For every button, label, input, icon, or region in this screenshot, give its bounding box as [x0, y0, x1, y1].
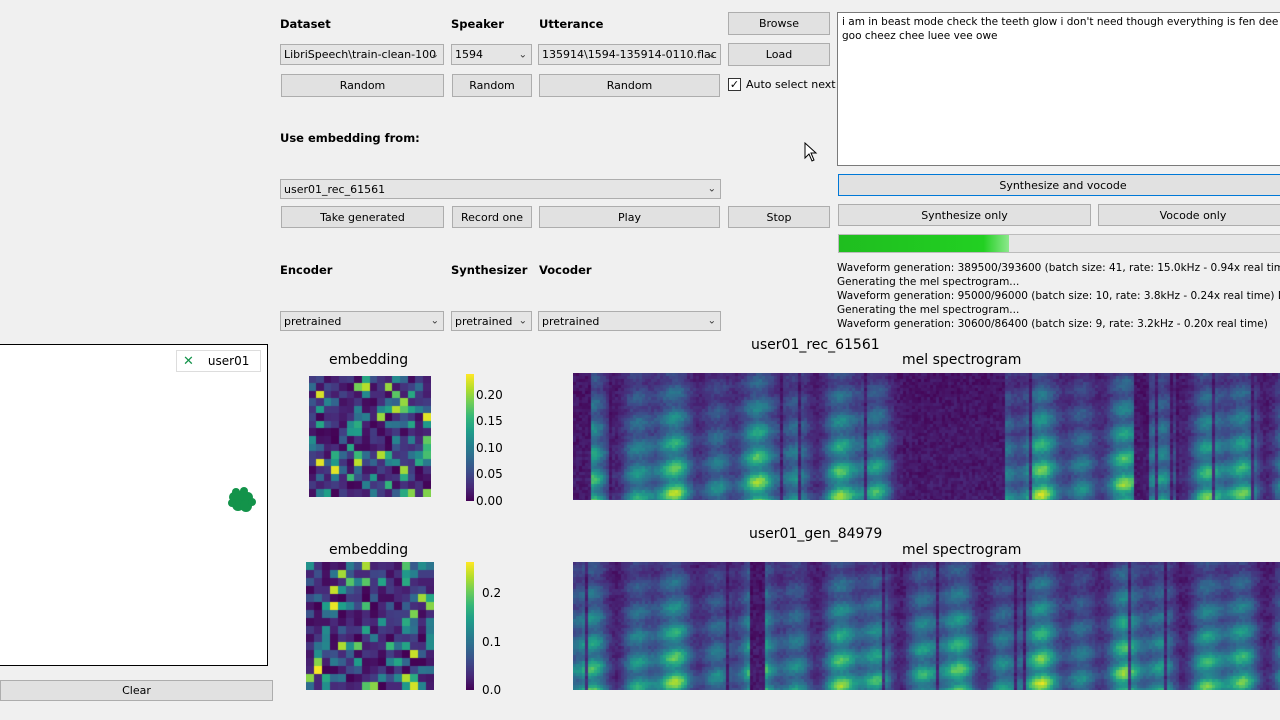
encoder-label: Encoder — [280, 263, 333, 277]
browse-button[interactable]: Browse — [728, 12, 830, 35]
colorbar — [466, 562, 474, 690]
synthesize-and-vocode-button[interactable]: Synthesize and vocode — [838, 174, 1280, 196]
vocoder-select[interactable]: pretrained ⌄ — [538, 311, 721, 331]
colorbar-tick: 0.0 — [482, 683, 502, 697]
colorbar-tick: 0.00 — [476, 494, 503, 508]
encoder-select-value: pretrained — [284, 314, 342, 328]
synthesizer-select[interactable]: pretrained ⌄ — [451, 311, 532, 331]
projection-point — [248, 498, 256, 506]
take-generated-button[interactable]: Take generated — [281, 206, 444, 228]
speaker-select-value: 1594 — [455, 48, 483, 61]
log-line: Waveform generation: 30600/86400 (batch … — [837, 318, 1268, 330]
progress-bar-fill — [839, 235, 1010, 252]
synthesizer-label: Synthesizer — [451, 263, 528, 277]
dataset-select-value: LibriSpeech\train-clean-100 — [284, 48, 437, 61]
legend-label: user01 — [207, 354, 250, 368]
projection-point — [240, 487, 248, 495]
speaker-select[interactable]: 1594 ⌄ — [451, 44, 532, 65]
chevron-down-icon: ⌄ — [707, 183, 716, 195]
utterance-select-value: 135914\1594-135914-0110.flac — [542, 48, 717, 61]
chevron-down-icon: ⌄ — [707, 315, 716, 327]
auto-select-checkbox[interactable]: ✓ Auto select next — [728, 78, 836, 91]
stop-button[interactable]: Stop — [728, 206, 830, 228]
embedding-source-label: Use embedding from: — [280, 131, 420, 145]
chevron-down-icon: ⌄ — [518, 49, 527, 60]
projection-point — [232, 488, 240, 496]
text-input[interactable]: i am in beast mode check the teeth glow … — [837, 12, 1280, 166]
colorbar-tick: 0.10 — [476, 441, 503, 455]
chevron-down-icon: ⌄ — [707, 49, 716, 60]
projection-plot: ✕ user01 — [0, 344, 268, 666]
checkmark-icon: ✓ — [728, 78, 741, 91]
chevron-down-icon: ⌄ — [430, 49, 439, 60]
embedding-title: embedding — [329, 542, 409, 558]
log-line: Generating the mel spectrogram... — [837, 276, 1020, 288]
projection-legend: ✕ user01 — [176, 350, 261, 372]
speaker-label: Speaker — [451, 17, 504, 31]
colorbar-tick: 0.2 — [482, 586, 502, 600]
colorbar-tick: 0.15 — [476, 414, 503, 428]
projection-point — [228, 499, 236, 507]
embedding-title: embedding — [329, 352, 409, 368]
embedding-heatmap — [306, 562, 434, 690]
progress-bar — [838, 234, 1280, 253]
chevron-down-icon: ⌄ — [430, 315, 439, 327]
utterance-title: user01_gen_84979 — [749, 526, 883, 542]
embedding-heatmap — [309, 376, 431, 497]
embedding-source-select[interactable]: user01_rec_61561 ⌄ — [280, 179, 721, 199]
mel-title: mel spectrogram — [902, 542, 1022, 558]
utterance-title: user01_rec_61561 — [751, 337, 880, 353]
random-utterance-button[interactable]: Random — [539, 74, 720, 97]
dataset-select[interactable]: LibriSpeech\train-clean-100 ⌄ — [280, 44, 444, 65]
synthesizer-select-value: pretrained — [455, 314, 513, 328]
dataset-label: Dataset — [280, 17, 331, 31]
mel-spectrogram — [573, 373, 1280, 500]
random-speaker-button[interactable]: Random — [452, 74, 532, 97]
log-output: Waveform generation: 389500/393600 (batc… — [837, 261, 1280, 331]
embedding-source-value: user01_rec_61561 — [284, 182, 386, 196]
colorbar-tick: 0.20 — [476, 388, 503, 402]
play-button[interactable]: Play — [539, 206, 720, 228]
chevron-down-icon: ⌄ — [518, 315, 527, 327]
log-line: Generating the mel spectrogram... — [837, 304, 1020, 316]
vocoder-label: Vocoder — [539, 263, 592, 277]
vocode-only-button[interactable]: Vocode only — [1098, 204, 1280, 226]
utterance-select[interactable]: 135914\1594-135914-0110.flac ⌄ — [538, 44, 721, 65]
projection-point-cluster — [228, 487, 256, 512]
mel-spectrogram — [573, 562, 1280, 690]
colorbar-tick: 0.05 — [476, 467, 503, 481]
colorbar — [466, 374, 474, 501]
mel-title: mel spectrogram — [902, 352, 1022, 368]
log-line: Waveform generation: 95000/96000 (batch … — [837, 290, 1280, 302]
load-button[interactable]: Load — [728, 43, 830, 66]
encoder-select[interactable]: pretrained ⌄ — [280, 311, 444, 331]
mouse-cursor-icon — [804, 142, 818, 162]
log-line: Waveform generation: 389500/393600 (batc… — [837, 262, 1280, 274]
vocoder-select-value: pretrained — [542, 314, 600, 328]
x-icon: ✕ — [183, 353, 194, 369]
utterance-label: Utterance — [539, 17, 604, 31]
synthesize-only-button[interactable]: Synthesize only — [838, 204, 1091, 226]
record-one-button[interactable]: Record one — [452, 206, 532, 228]
colorbar-tick: 0.1 — [482, 635, 502, 649]
clear-button[interactable]: Clear — [0, 680, 273, 701]
auto-select-label: Auto select next — [746, 78, 836, 91]
random-dataset-button[interactable]: Random — [281, 74, 444, 97]
